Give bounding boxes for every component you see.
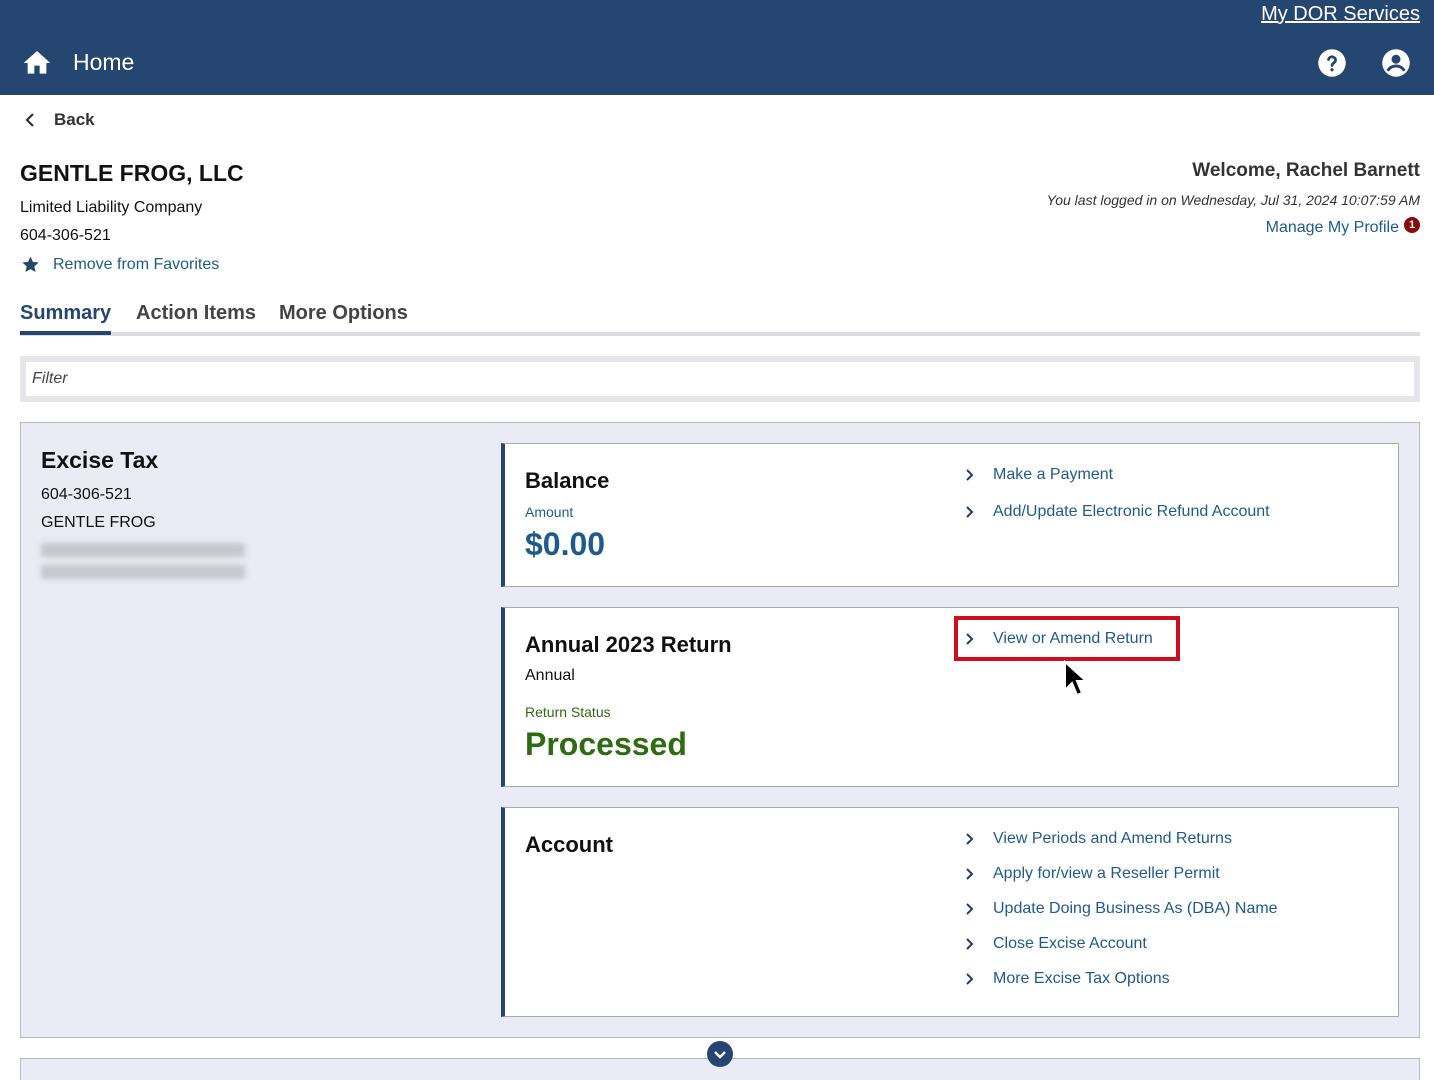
mouse-cursor-icon [1064,660,1089,697]
filter-input[interactable] [26,362,1414,396]
return-status-value: Processed [525,726,687,762]
link-label: Make a Payment [993,466,1114,483]
close-excise-account-link[interactable]: Close Excise Account [965,935,1278,953]
more-excise-options-link[interactable]: More Excise Tax Options [965,970,1278,988]
balance-links: Make a Payment Add/Update Electronic Ref… [965,466,1270,521]
business-id: 604-306-521 [20,227,111,244]
excise-account-name: GENTLE FROG [41,514,156,531]
link-label: Update Doing Business As (DBA) Name [993,900,1278,917]
return-status-label: Return Status [525,704,611,720]
back-label: Back [54,110,95,129]
account-card: Account View Periods and Amend Returns A… [501,807,1399,1017]
excise-tax-title: Excise Tax [41,447,159,473]
account-title: Account [525,832,613,857]
link-label: More Excise Tax Options [993,970,1170,987]
back-link[interactable]: Back [24,110,95,130]
expand-button[interactable] [707,1041,733,1067]
manage-my-profile-link[interactable]: Manage My Profile [1266,219,1399,237]
link-label: Close Excise Account [993,935,1147,952]
welcome-message: Welcome, Rachel Barnett [1192,160,1420,181]
balance-card: Balance Amount $0.00 Make a Payment Add/… [501,443,1399,587]
chevron-right-icon [966,868,974,880]
update-dba-link[interactable]: Update Doing Business As (DBA) Name [965,900,1278,918]
amount-label: Amount [525,504,574,520]
tab-action-items[interactable]: Action Items [136,302,256,331]
business-type: Limited Liability Company [20,199,203,216]
tab-more-options[interactable]: More Options [279,302,408,331]
home-link[interactable]: Home [73,49,134,76]
link-label: View Periods and Amend Returns [993,830,1232,847]
highlight-box [954,616,1180,661]
chevron-right-icon [966,938,974,950]
remove-from-favorites-link[interactable]: Remove from Favorites [20,255,219,275]
star-icon [22,256,39,272]
tab-summary[interactable]: Summary [20,302,112,335]
reseller-permit-link[interactable]: Apply for/view a Reseller Permit [965,865,1278,883]
balance-amount: $0.00 [525,526,606,562]
refund-account-link[interactable]: Add/Update Electronic Refund Account [965,503,1270,521]
chevron-right-icon [966,469,974,481]
notification-badge: 1 [1404,217,1420,233]
excise-account-id: 604-306-521 [41,486,132,503]
chevron-down-icon [714,1051,726,1059]
chevron-right-icon [966,506,974,518]
balance-title: Balance [525,468,610,493]
return-frequency: Annual [525,667,575,684]
chevron-right-icon [966,833,974,845]
chevron-right-icon [966,973,974,985]
business-name: GENTLE FROG, LLC [20,160,244,186]
account-links: View Periods and Amend Returns Apply for… [965,830,1278,988]
my-dor-services-link[interactable]: My DOR Services [1261,3,1420,26]
redacted-address-line [41,565,245,579]
help-icon[interactable] [1317,48,1347,78]
home-icon[interactable] [21,47,53,79]
tab-bar: Summary Action Items More Options [20,302,1420,336]
chevron-left-icon [25,113,34,127]
make-payment-link[interactable]: Make a Payment [965,466,1270,484]
filter-container [20,356,1420,402]
annual-return-card: Annual 2023 Return Annual Return Status … [501,607,1399,787]
link-label: Apply for/view a Reseller Permit [993,865,1220,882]
view-periods-link[interactable]: View Periods and Amend Returns [965,830,1278,848]
user-account-icon[interactable] [1381,48,1411,78]
top-navigation-bar: My DOR Services Home [0,0,1434,95]
chevron-right-icon [966,903,974,915]
excise-tax-panel: Excise Tax 604-306-521 GENTLE FROG Balan… [20,422,1420,1038]
return-title: Annual 2023 Return [525,632,732,657]
favorite-label: Remove from Favorites [53,256,220,273]
link-label: Add/Update Electronic Refund Account [993,503,1270,520]
last-login-text: You last logged in on Wednesday, Jul 31,… [1046,192,1420,208]
redacted-address-line [41,543,245,557]
